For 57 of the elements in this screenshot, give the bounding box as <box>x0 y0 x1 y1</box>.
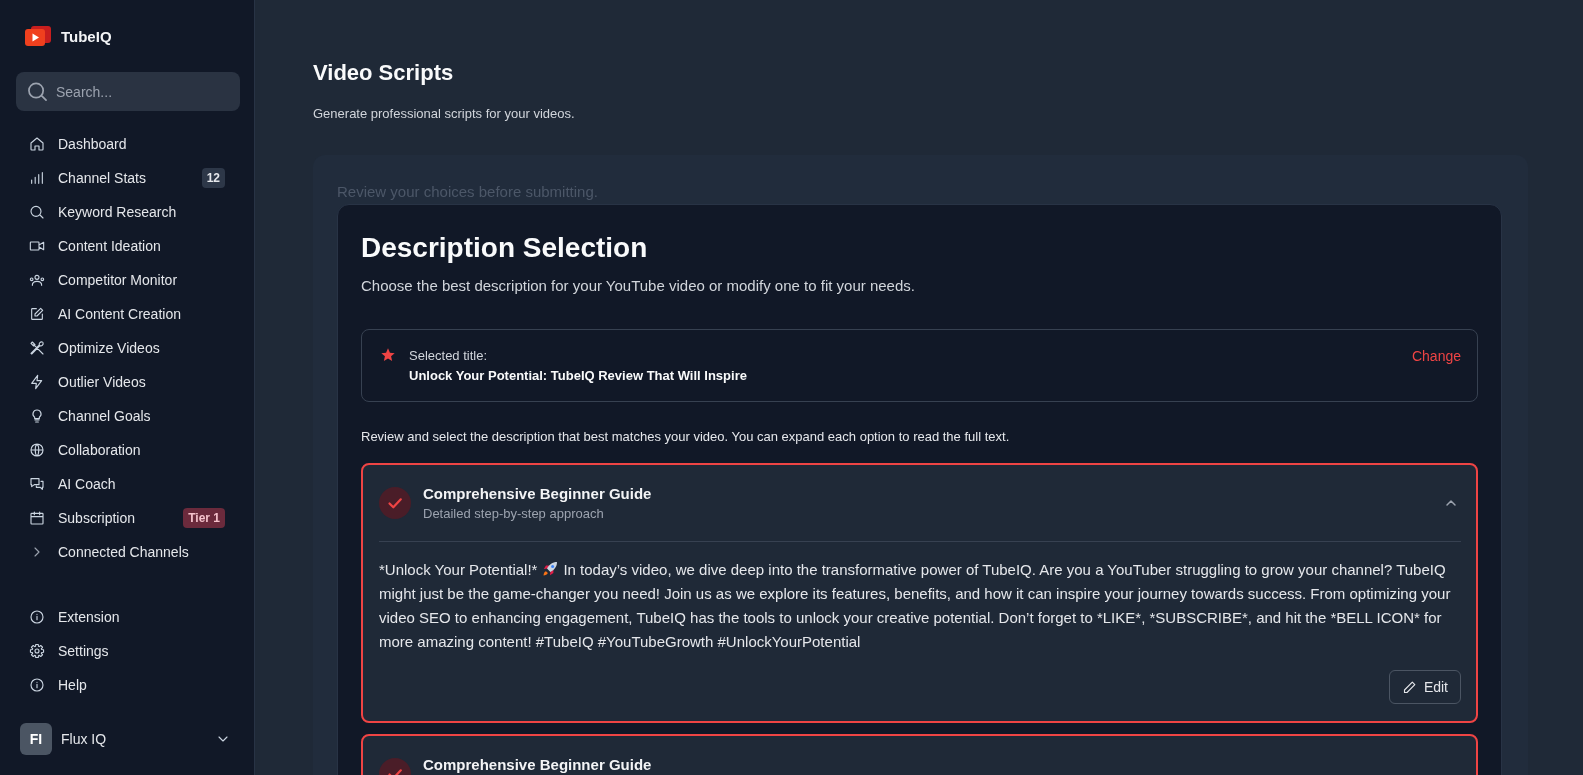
nav-link[interactable]: Help <box>29 675 87 695</box>
brand-name: TubeIQ <box>61 27 112 45</box>
bar-chart-icon <box>29 170 45 186</box>
lightbulb-icon <box>29 408 45 424</box>
page-subtitle: Generate professional scripts for your videos. <box>313 105 576 123</box>
avatar-initials: FI <box>20 723 52 755</box>
nav-link[interactable]: Collaboration <box>29 440 141 460</box>
nav-link[interactable]: Competitor Monitor <box>29 270 178 290</box>
card-subtitle: Choose the best description for your YouTube video or modify one to fit your needs. <box>361 276 916 296</box>
plan-badge: Tier 1 <box>183 508 225 528</box>
calendar-icon <box>29 510 45 526</box>
play-logo-icon <box>25 26 51 46</box>
instruction-text: Review and select the description that best matches your video. You can expand each option to read the full text. <box>361 428 1011 446</box>
nav-link[interactable]: Keyword Research <box>29 202 177 222</box>
info-icon <box>29 609 45 625</box>
description-option[interactable]: Comprehensive Beginner Guide <box>361 734 1478 775</box>
nav-link[interactable]: Channel Stats <box>29 168 146 188</box>
nav-link[interactable]: Settings <box>29 641 109 661</box>
chat-bubbles-icon <box>29 476 45 492</box>
option-title: Comprehensive Beginner Guide <box>423 755 652 775</box>
nav-link[interactable]: Dashboard <box>29 134 127 154</box>
search-field[interactable]: Search... <box>16 72 240 111</box>
search-icon <box>28 82 47 101</box>
user-name: Flux IQ <box>61 731 107 747</box>
change-link[interactable]: Change <box>1411 346 1461 366</box>
nav-link[interactable]: Subscription <box>29 508 136 528</box>
check-circle-icon <box>379 487 411 519</box>
nav-link[interactable]: Extension <box>29 607 120 627</box>
count-badge: 12 <box>201 168 225 188</box>
selected-title-label: Selected title: <box>409 347 488 365</box>
nav-link[interactable]: Connected Channels <box>29 542 189 562</box>
pencil-icon <box>1401 679 1417 695</box>
option-title: Comprehensive Beginner Guide <box>423 484 652 504</box>
lightning-icon <box>29 374 45 390</box>
description-option[interactable] <box>361 463 1478 723</box>
gear-icon <box>29 643 45 659</box>
home-icon <box>29 136 45 152</box>
nav-link[interactable]: AI Content Creation <box>29 304 181 324</box>
info-icon <box>29 677 45 693</box>
nav-link[interactable]: Outlier Videos <box>29 372 146 392</box>
description-text: *Unlock Your Potential!* In today’s video, we dive deep into the transformative power of TubeIQ. Are you a YouTuber struggling to grow your channel? TubeIQ might just be the game-changer you need! Join us as we explore its features, benefits, and how it can inspire your journey towards success. From optimizing your video SEO to enhancing engagement, TubeIQ has the tools to unlock your creative potential. Don’t forget to *LIKE*, *SUBSCRIBE*, and hit the *BELL ICON* for more amazing content! #TubeIQ #YouTubeGrowth #UnlockYourPotential <box>379 560 1452 652</box>
nav-link[interactable]: Optimize Videos <box>29 338 160 358</box>
search-icon <box>29 204 45 220</box>
star-icon <box>380 347 396 363</box>
nav-link[interactable]: AI Coach <box>29 474 116 494</box>
selected-title-value: Unlock Your Potential: TubeIQ Review That Will Inspire <box>409 367 747 385</box>
rocket-icon <box>542 561 559 577</box>
edit-button[interactable]: Edit <box>1388 670 1461 704</box>
tools-icon <box>29 340 45 356</box>
nav-link[interactable]: Content Ideation <box>29 236 161 256</box>
card-title: Description Selection <box>361 231 649 265</box>
people-icon <box>29 272 45 288</box>
option-subtitle: Detailed step-by-step approach <box>423 505 604 523</box>
globe-icon <box>29 442 45 458</box>
nav-link[interactable]: Channel Goals <box>29 406 151 426</box>
video-camera-icon <box>29 238 45 254</box>
page-title: Video Scripts <box>313 59 455 87</box>
